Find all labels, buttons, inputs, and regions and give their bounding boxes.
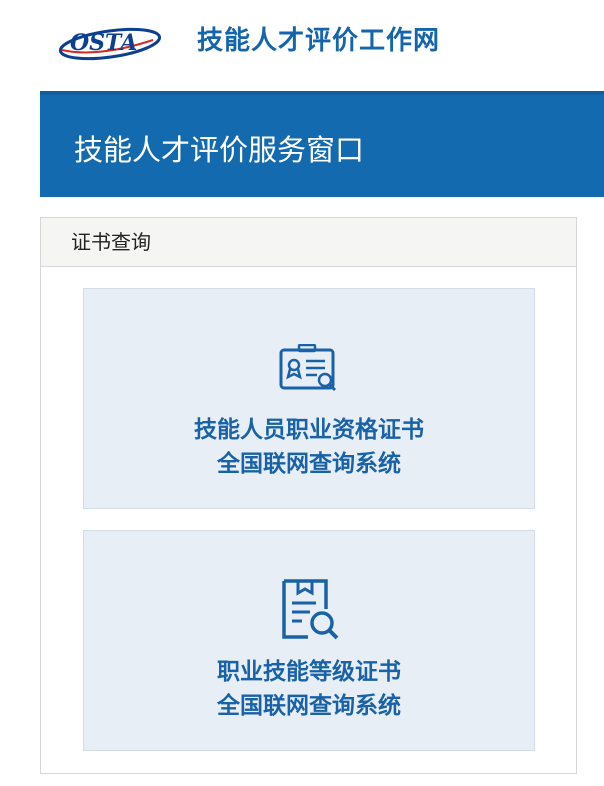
vocational-qualification-certificate-card[interactable]: 技能人员职业资格证书 全国联网查询系统 bbox=[83, 288, 535, 509]
banner-title: 技能人才评价服务窗口 bbox=[74, 133, 365, 167]
vocational-skill-level-certificate-card[interactable]: 职业技能等级证书 全国联网查询系统 bbox=[83, 530, 535, 751]
card-label: 技能人员职业资格证书 全国联网查询系统 bbox=[84, 413, 534, 481]
panel-title: 证书查询 bbox=[71, 230, 151, 254]
panel-header: 证书查询 bbox=[41, 218, 576, 267]
card-label-line1: 技能人员职业资格证书 bbox=[194, 417, 424, 443]
certificate-search-icon bbox=[279, 343, 339, 398]
card-label-line2: 全国联网查询系统 bbox=[217, 693, 401, 719]
svg-text:OSTA: OSTA bbox=[70, 30, 137, 56]
card-label: 职业技能等级证书 全国联网查询系统 bbox=[84, 655, 534, 723]
card-label-line1: 职业技能等级证书 bbox=[217, 659, 401, 685]
card-label-line2: 全国联网查询系统 bbox=[217, 451, 401, 477]
osta-logo[interactable]: OSTA bbox=[58, 20, 176, 62]
service-banner: 技能人才评价服务窗口 bbox=[40, 91, 604, 197]
document-search-icon bbox=[278, 579, 340, 645]
site-header: OSTA 技能人才评价工作网 bbox=[0, 0, 604, 88]
certificate-query-panel: 证书查询 技能人员职业资格证书 全国联网查询系统 职业技能等级证书 全国联网查询… bbox=[40, 217, 577, 774]
site-title[interactable]: 技能人才评价工作网 bbox=[197, 24, 440, 58]
